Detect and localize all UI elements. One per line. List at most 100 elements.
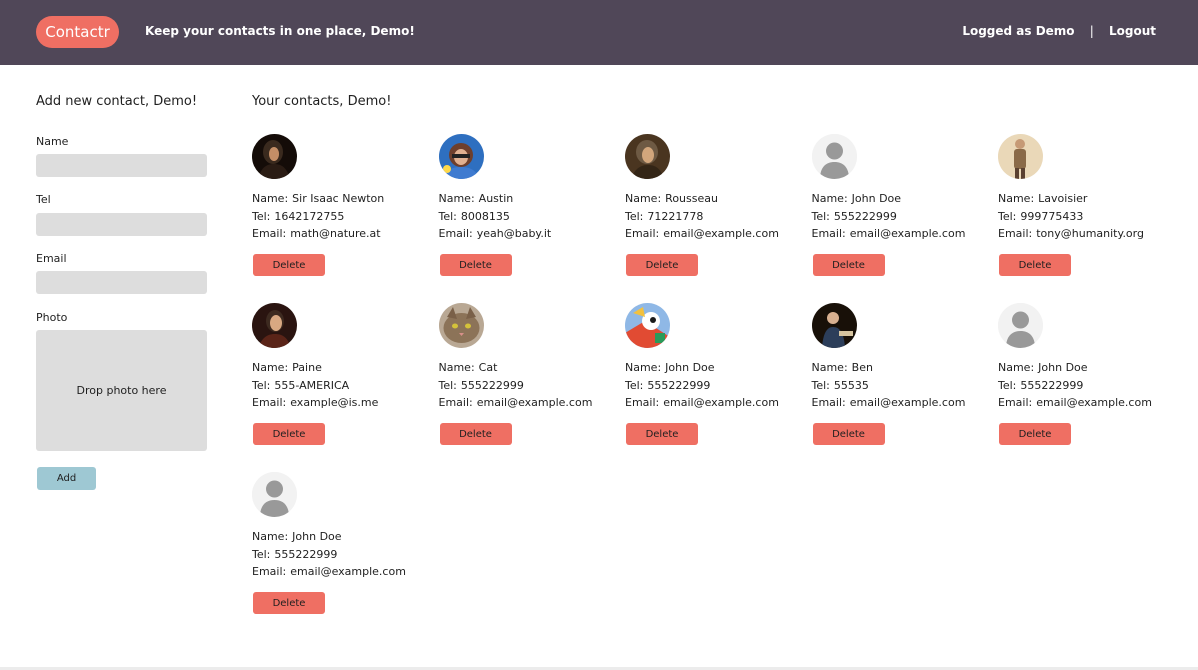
contact-email-row: Email: email@example.com — [439, 394, 593, 412]
email-label: Email: — [998, 396, 1033, 410]
name-label: Name — [36, 135, 69, 148]
contact-name: Sir Isaac Newton — [292, 192, 385, 205]
delete-button[interactable]: Delete — [812, 254, 885, 276]
tel-input[interactable] — [36, 213, 207, 236]
delete-button[interactable]: Delete — [999, 254, 1071, 276]
name-label: Name: — [438, 192, 475, 205]
contact-tel: 1642172755 — [274, 209, 345, 223]
tel-label: Tel: — [811, 378, 830, 392]
tel-label: Tel: — [811, 209, 830, 223]
email-label: Email: — [998, 227, 1033, 241]
contact-card: Name: John Doe Tel: 555222999 Email: email@ex… — [252, 472, 438, 641]
logout-link[interactable]: Logout — [1109, 24, 1156, 38]
contact-avatar — [811, 303, 857, 348]
avatar-image — [811, 303, 857, 348]
contacts-panel: Your contacts, Demo! Name: Sir Isaac Newt… — [252, 93, 1172, 614]
logo[interactable]: Contactr — [36, 16, 119, 48]
avatar-image — [625, 134, 670, 179]
name-label: Name: — [252, 530, 289, 543]
contact-name-row: Name: John Doe — [812, 190, 966, 208]
contact-email: tony@humanity.org — [1036, 227, 1144, 241]
contact-info: Name: Cat Tel: 555222999 Email: email@example… — [439, 359, 593, 412]
contact-info: Name: John Doe Tel: 555222999 Email: email@ex… — [998, 359, 1152, 412]
contact-avatar — [998, 303, 1043, 348]
delete-button[interactable]: Delete — [626, 423, 698, 445]
name-label: Name: — [998, 192, 1035, 205]
contact-name: John Doe — [292, 530, 342, 543]
name-label: Name: — [252, 192, 289, 205]
delete-button[interactable]: Delete — [253, 592, 325, 614]
contact-tel-row: Tel: 999775433 — [998, 208, 1144, 226]
contact-email: email@example.com — [290, 565, 406, 579]
delete-button[interactable]: Delete — [999, 423, 1071, 445]
contact-name-row: Name: Cat — [439, 359, 593, 377]
contact-email: yeah@baby.it — [476, 227, 552, 241]
top-bar: Contactr Keep your contacts in one place… — [0, 0, 1198, 65]
contact-info: Name: Sir Isaac Newton Tel: 1642172755 Email… — [252, 190, 384, 243]
photo-label: Photo — [36, 311, 68, 324]
delete-button[interactable]: Delete — [253, 254, 325, 276]
contact-card: Name: Sir Isaac Newton Tel: 1642172755 Email… — [252, 134, 438, 303]
contact-card: Name: Cat Tel: 555222999 Email: email@example… — [438, 303, 625, 472]
email-input[interactable] — [36, 271, 207, 294]
photo-dropzone[interactable]: Drop photo here — [36, 330, 207, 451]
name-label: Name: — [438, 361, 475, 374]
contact-name: Lavoisier — [1038, 192, 1088, 205]
contact-tel: 999775433 — [1020, 209, 1084, 223]
separator: | — [1089, 24, 1094, 38]
contact-info: Name: Paine Tel: 555-AMERICA Email: example@i… — [252, 359, 378, 412]
email-label: Email: — [252, 565, 287, 579]
contact-email: math@nature.at — [290, 227, 381, 241]
email-label: Email: — [811, 396, 846, 410]
name-input[interactable] — [36, 154, 207, 177]
name-label: Name: — [811, 192, 848, 205]
contact-email-row: Email: yeah@baby.it — [439, 225, 552, 243]
contact-info: Name: Ben Tel: 55535 Email: email@example.com — [812, 359, 966, 412]
contact-card: Name: John Doe Tel: 555222999 Email: email@ex… — [811, 134, 998, 303]
contact-avatar — [625, 134, 670, 179]
avatar-image — [625, 303, 670, 348]
contact-tel: 555222999 — [833, 209, 897, 223]
name-label: Name: — [811, 361, 848, 374]
delete-button[interactable]: Delete — [439, 254, 512, 276]
email-label: Email: — [438, 396, 473, 410]
contact-name-row: Name: Paine — [252, 359, 378, 377]
tel-label: Tel: — [252, 209, 271, 223]
email-label: Email: — [625, 396, 660, 410]
avatar-image — [438, 303, 484, 348]
contact-email-row: Email: email@example.com — [252, 563, 406, 581]
contact-card: Name: John Doe Tel: 555222999 Email: email@ex… — [625, 303, 811, 472]
contact-name: John Doe — [665, 361, 715, 374]
email-label: Email: — [811, 227, 846, 241]
email-label: Email: — [438, 227, 473, 241]
contact-info: Name: Austin Tel: 8008135 Email: yeah@baby.it — [439, 190, 552, 243]
contact-tel: 555222999 — [460, 378, 524, 392]
add-button[interactable]: Add — [37, 467, 96, 490]
contact-card: Name: Austin Tel: 8008135 Email: yeah@baby.it… — [438, 134, 625, 303]
name-label: Name: — [625, 361, 662, 374]
contacts-title: Your contacts, Demo! — [252, 94, 392, 109]
contact-tel-row: Tel: 55535 — [812, 377, 966, 395]
delete-button[interactable]: Delete — [253, 423, 325, 445]
name-label: Name: — [625, 192, 662, 205]
delete-button[interactable]: Delete — [626, 254, 698, 276]
contact-tel-row: Tel: 555-AMERICA — [252, 377, 378, 395]
email-label: Email: — [252, 396, 287, 410]
tel-label: Tel: — [625, 378, 644, 392]
email-label: Email: — [625, 227, 660, 241]
delete-button[interactable]: Delete — [812, 423, 885, 445]
contact-card: Name: Ben Tel: 55535 Email: email@example.com… — [811, 303, 998, 472]
contact-tel: 8008135 — [460, 209, 510, 223]
contact-tel-row: Tel: 555222999 — [439, 377, 593, 395]
contact-avatar — [811, 134, 857, 179]
contact-email: email@example.com — [1036, 396, 1152, 410]
name-label: Name: — [252, 361, 289, 374]
avatar-image — [998, 134, 1043, 179]
contact-tel-row: Tel: 1642172755 — [252, 208, 384, 226]
contact-email: email@example.com — [849, 396, 966, 410]
contact-email-row: Email: tony@humanity.org — [998, 225, 1144, 243]
contact-email: email@example.com — [849, 227, 966, 241]
tel-label: Tel: — [998, 378, 1017, 392]
contact-name-row: Name: Sir Isaac Newton — [252, 190, 384, 208]
delete-button[interactable]: Delete — [439, 423, 512, 445]
